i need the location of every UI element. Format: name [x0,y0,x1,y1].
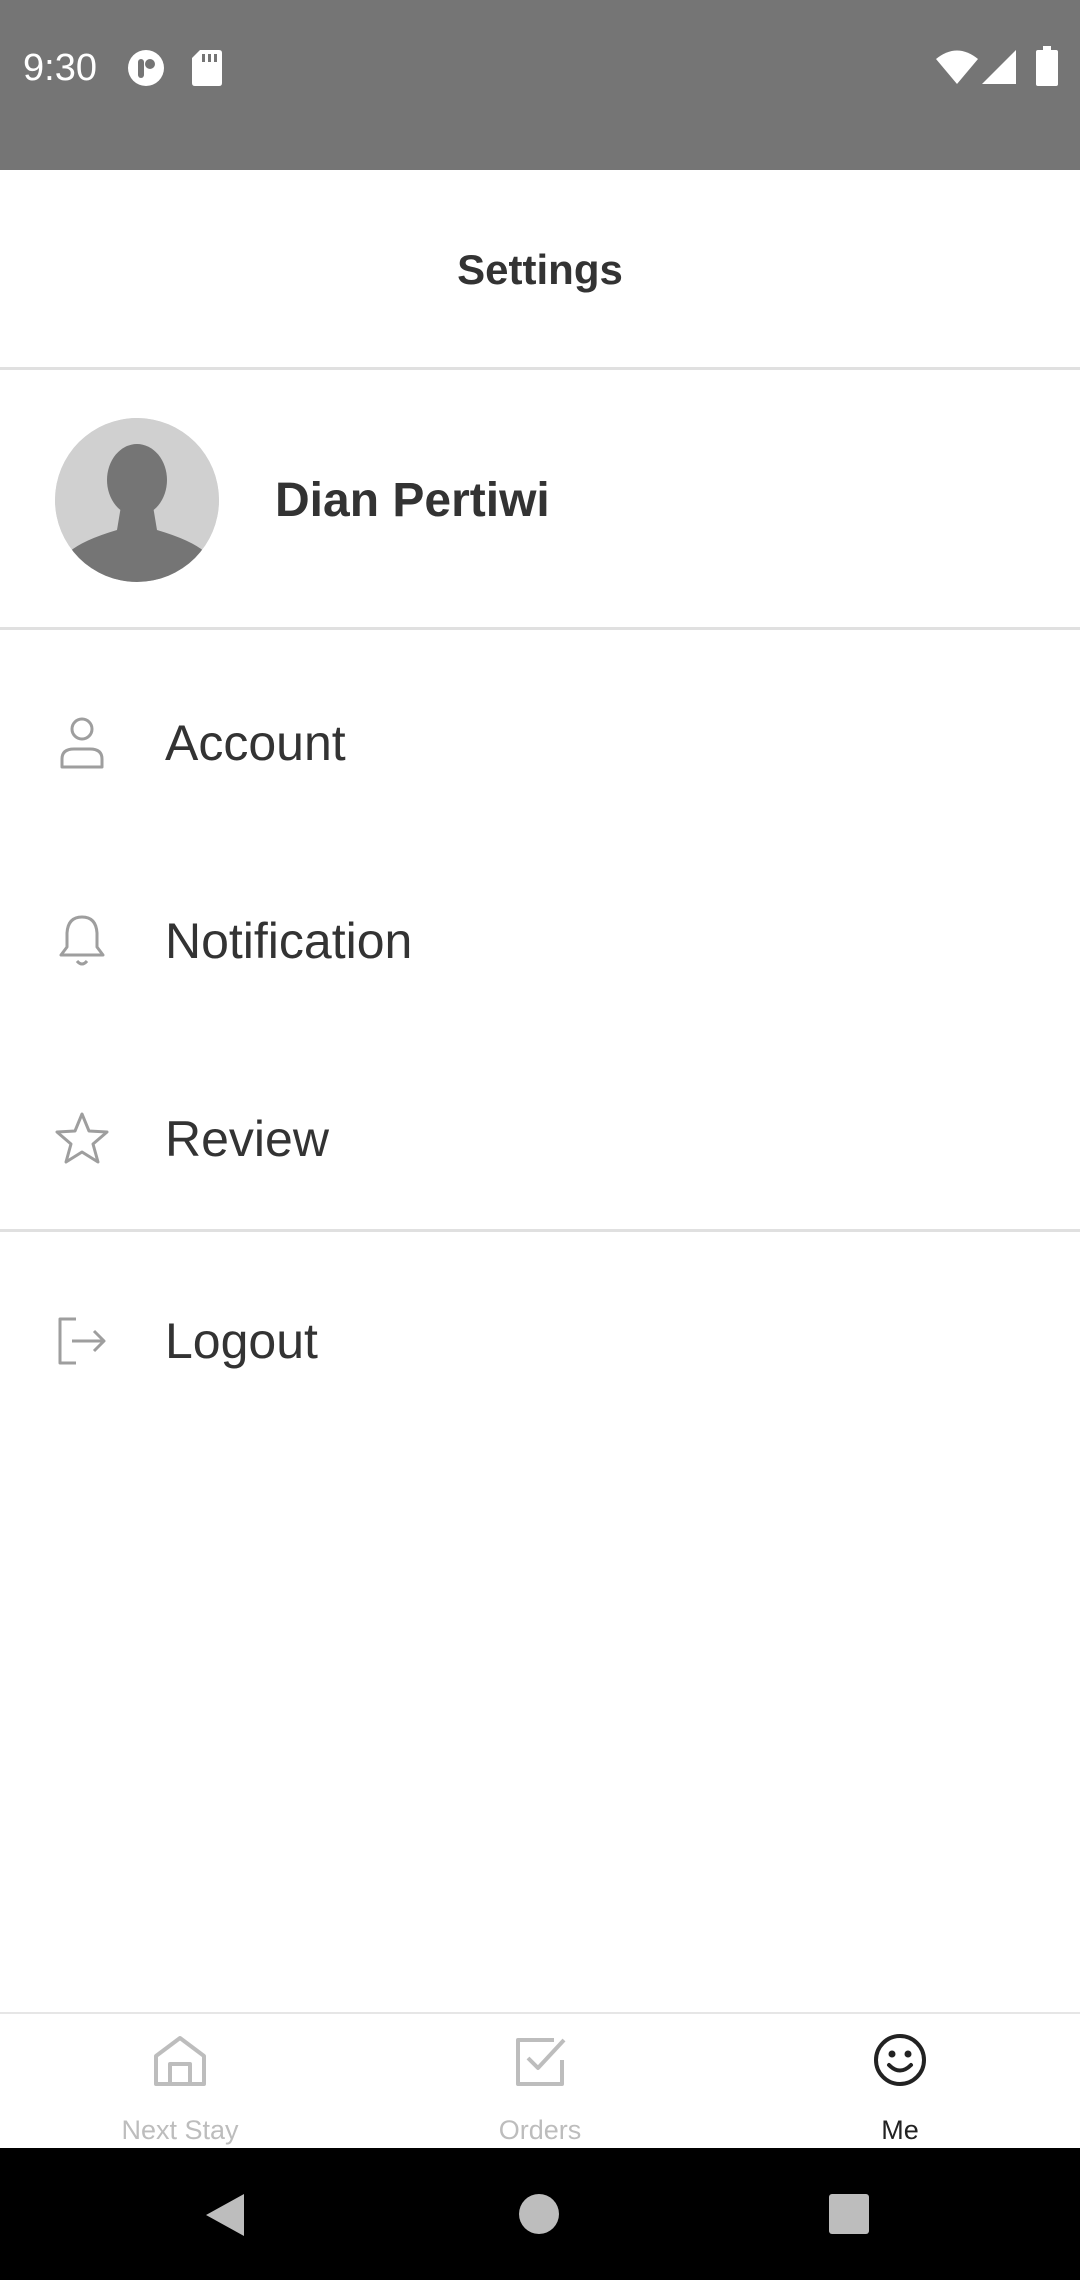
cellular-signal-icon [982,50,1016,89]
menu-item-review[interactable]: Review [0,1040,1080,1238]
star-icon [52,1111,112,1167]
tab-label-orders: Orders [498,2115,582,2145]
checkbox-icon [512,2032,568,2088]
default-avatar-icon [55,418,219,582]
battery-icon [1036,46,1058,91]
smiley-icon [872,2032,928,2088]
menu-item-notification[interactable]: Notification [0,842,1080,1040]
tab-next-stay[interactable]: Next Stay [0,2014,360,2150]
menu-item-logout[interactable]: Logout [0,1242,1080,1440]
home-icon [152,2032,208,2088]
avatar [55,418,219,582]
recents-icon[interactable] [828,2193,870,2240]
profile-card[interactable]: Dian Pertiwi [0,372,1080,630]
menu-divider [0,1229,1080,1232]
bottom-nav: Next Stay Orders Me [0,2012,1080,2148]
system-nav-bar [0,2148,1080,2280]
tab-orders[interactable]: Orders [360,2014,720,2150]
menu-label-review: Review [165,1111,329,1167]
pocket-casts-icon [127,49,165,92]
logout-icon [52,1313,112,1369]
sd-card-icon [192,50,222,91]
status-bar: 9:30 [0,0,1080,170]
menu-label-account: Account [165,715,346,771]
back-icon[interactable] [204,2192,246,2243]
tab-label-me: Me [881,2115,919,2145]
app-header: Settings [0,170,1080,370]
wifi-icon [936,50,978,89]
menu-item-account[interactable]: Account [0,644,1080,842]
status-time: 9:30 [23,47,97,89]
person-icon [52,715,112,771]
tab-label-next-stay: Next Stay [121,2115,239,2145]
menu-label-logout: Logout [165,1313,318,1369]
profile-name: Dian Pertiwi [275,474,550,527]
tab-me[interactable]: Me [720,2014,1080,2150]
menu-label-notification: Notification [165,913,413,969]
bell-icon [52,913,112,969]
page-title: Settings [457,246,623,293]
home-circle-icon[interactable] [518,2193,560,2240]
